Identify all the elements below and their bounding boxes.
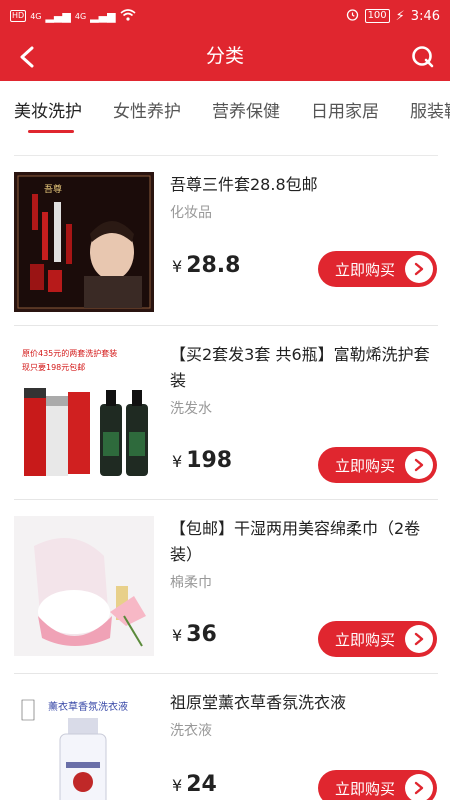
product-name: 【买2套发3套 共6瓶】富勒烯洗护套装 [170,345,430,390]
buy-now-label: 立即购买 [335,260,396,279]
product-item[interactable]: 薰衣草香氛洗衣液 祖原堂薰衣草香氛洗衣液 洗衣液 ¥24 立即购买 [0,674,450,800]
signal-label: 4G [30,11,42,21]
currency-symbol: ¥ [172,452,183,471]
buy-now-label: 立即购买 [335,456,396,475]
app-header: HD 4G ▂▄▆ 4G ▂▄▆ 100 ⚡ 3:46 分类 [0,0,450,81]
active-tab-indicator [28,130,74,133]
svg-text:吾尊: 吾尊 [44,183,62,195]
alarm-icon [346,8,359,25]
product-item[interactable]: 吾尊 吾尊三件套28.8包邮 化妆品 ¥28.8 立即购买 [0,156,450,328]
product-image: 吾尊 [14,172,154,312]
search-icon [412,46,434,68]
price-value: 36 [186,622,217,647]
charging-icon: ⚡ [395,8,405,24]
tab-nutrition[interactable]: 营养保健 [212,97,280,122]
product-price: ¥36 [172,622,217,647]
buy-now-button[interactable]: 立即购买 [318,251,437,287]
product-item[interactable]: 原价435元的两套洗护套装 现只要198元包邮 【买2套发3套 共6瓶】富勒烯洗… [0,326,450,498]
chevron-left-icon [20,46,34,68]
tab-women-care[interactable]: 女性养护 [113,97,181,122]
product-name: 吾尊三件套28.8包邮 [170,175,318,194]
product-price: ¥28.8 [172,253,240,278]
currency-symbol: ¥ [172,257,183,276]
status-bar: HD 4G ▂▄▆ 4G ▂▄▆ 100 ⚡ 3:46 [0,0,450,32]
product-image: 薰衣草香氛洗衣液 [14,690,154,800]
signal-icon: ▂▄▆ [45,9,71,23]
chevron-right-icon [405,255,433,283]
price-value: 28.8 [186,253,241,278]
hd-indicator: HD [10,10,27,22]
chevron-right-icon [405,625,433,653]
tab-home[interactable]: 日用家居 [311,97,379,122]
chevron-right-icon [405,774,433,800]
product-image: 原价435元的两套洗护套装 现只要198元包邮 [14,342,154,482]
clock: 3:46 [410,8,440,24]
buy-now-label: 立即购买 [335,630,396,649]
back-button[interactable] [12,42,42,72]
product-price: ¥24 [172,772,217,797]
thumb-promo-line-2: 现只要198元包邮 [22,362,85,372]
buy-now-label: 立即购买 [335,779,396,798]
product-name: 祖原堂薰衣草香氛洗衣液 [170,693,347,712]
product-category: 洗发水 [170,401,212,417]
search-button[interactable] [408,42,438,72]
nav-bar: 分类 [0,32,450,81]
product-category: 棉柔巾 [170,575,212,591]
product-name: 【包邮】干湿两用美容绵柔巾（2卷装） [170,519,421,564]
thumb-label: 薰衣草香氛洗衣液 [48,700,128,713]
buy-now-button[interactable]: 立即购买 [318,447,437,483]
price-value: 198 [186,448,233,473]
battery-indicator: 100 [364,9,390,23]
currency-symbol: ¥ [172,626,183,645]
product-image [14,516,154,656]
chevron-right-icon [405,451,433,479]
category-tabs: 美妆洗护 女性养护 营养保健 日用家居 服装鞋 [0,81,450,137]
signal-icon-2: ▂▄▆ [90,9,116,23]
thumb-promo-line-1: 原价435元的两套洗护套装 [22,348,117,358]
tab-beauty[interactable]: 美妆洗护 [14,97,82,122]
wifi-icon [120,8,136,24]
price-value: 24 [186,772,217,797]
buy-now-button[interactable]: 立即购买 [318,621,437,657]
tab-clothing[interactable]: 服装鞋 [410,97,450,122]
product-price: ¥198 [172,448,232,473]
signal-label-2: 4G [74,11,87,21]
currency-symbol: ¥ [172,776,183,795]
buy-now-button[interactable]: 立即购买 [318,770,437,800]
product-category: 化妆品 [170,205,212,221]
page-title: 分类 [205,45,244,67]
product-item[interactable]: 【包邮】干湿两用美容绵柔巾（2卷装） 棉柔巾 ¥36 立即购买 [0,500,450,672]
product-category: 洗衣液 [170,723,212,739]
